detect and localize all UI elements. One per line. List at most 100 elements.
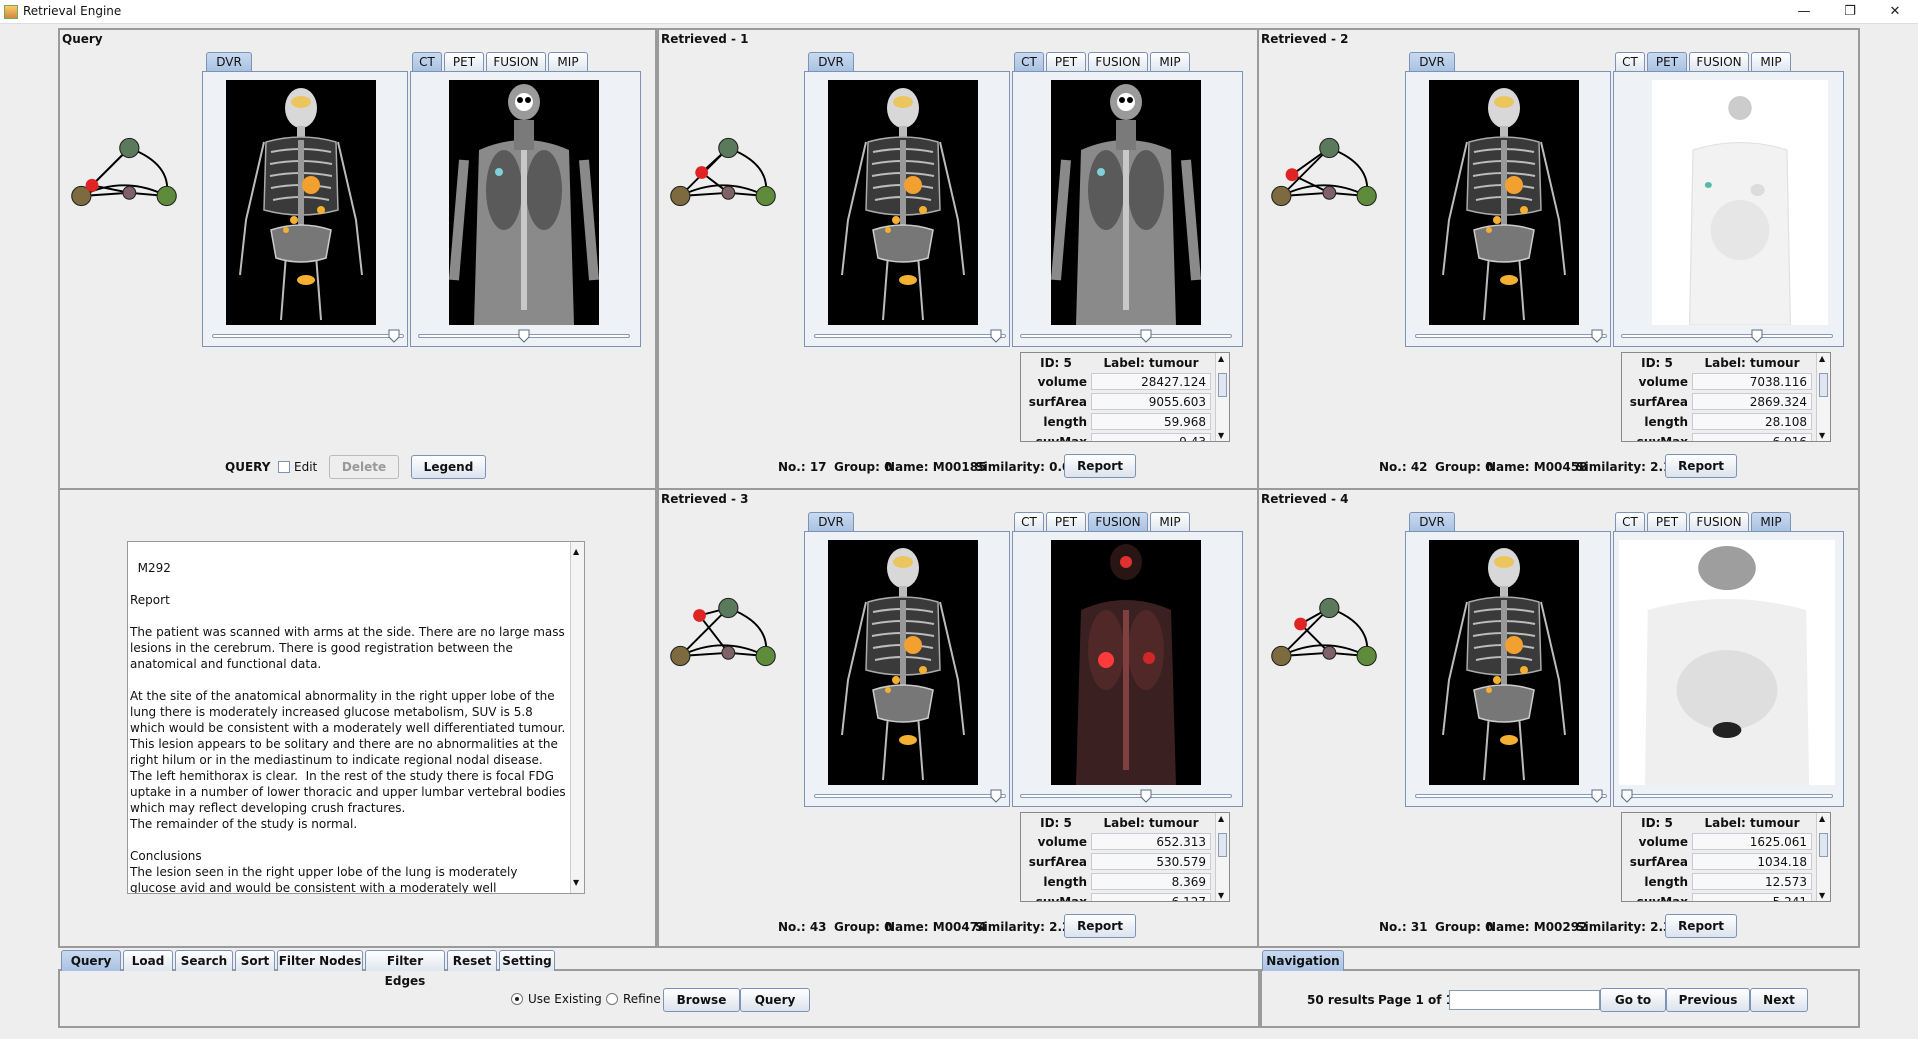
retrieved-3-report-button[interactable]: Report <box>1064 914 1136 938</box>
title-bar: Retrieval Engine — ❐ ✕ <box>0 0 1918 24</box>
retrieved-2-table-scrollbar[interactable]: ▲ ▼ <box>1816 353 1830 441</box>
tab-setting[interactable]: Setting <box>499 950 555 971</box>
goto-button[interactable]: Go to <box>1600 988 1666 1012</box>
query-tab-pet[interactable]: PET <box>444 52 484 71</box>
scroll-up-icon[interactable]: ▲ <box>573 544 579 560</box>
retrieved-3-table-scrollbar[interactable]: ▲ ▼ <box>1215 813 1229 901</box>
query-tab-dvr[interactable]: DVR <box>206 52 252 71</box>
retrieved-2-table-value: 6.016 <box>1692 433 1812 441</box>
retrieved-4-tab-fusion[interactable]: FUSION <box>1689 512 1749 531</box>
tab-filter-nodes[interactable]: Filter Nodes <box>277 950 363 971</box>
browse-button[interactable]: Browse <box>663 988 740 1012</box>
report-text-area[interactable]: M292 Report The patient was scanned with… <box>127 541 585 894</box>
minimize-icon[interactable]: — <box>1789 2 1819 22</box>
previous-button[interactable]: Previous <box>1666 988 1750 1012</box>
slider-thumb[interactable] <box>388 329 400 343</box>
query-tab-mip[interactable]: MIP <box>548 52 588 71</box>
app-icon <box>4 5 18 19</box>
retrieved-2-tab-mip[interactable]: MIP <box>1751 52 1791 71</box>
query-tab-ct[interactable]: CT <box>412 52 442 71</box>
tab-sort[interactable]: Sort <box>235 950 275 971</box>
restore-icon[interactable]: ❐ <box>1835 2 1865 22</box>
query-ct-image <box>449 80 599 325</box>
query-tab-fusion[interactable]: FUSION <box>486 52 546 71</box>
retrieved-2-table-key: surfArea <box>1629 395 1688 409</box>
tab-query[interactable]: Query <box>61 950 121 971</box>
edit-checkbox[interactable] <box>278 461 290 473</box>
tab-filter-edges[interactable]: Filter Edges <box>365 950 445 988</box>
retrieved-1-ct-slider[interactable] <box>1020 329 1232 343</box>
retrieved-3-table-row: suvMax 6.127 <box>1021 893 1215 901</box>
retrieved-4-tab-pet[interactable]: PET <box>1647 512 1687 531</box>
retrieved-3-tab-dvr[interactable]: DVR <box>808 512 854 531</box>
use-existing-radio[interactable] <box>511 993 523 1005</box>
retrieved-4-tab-ct[interactable]: CT <box>1615 512 1645 531</box>
retrieved-1-tab-pet[interactable]: PET <box>1046 52 1086 71</box>
retrieved-3-graph[interactable] <box>663 592 783 672</box>
retrieved-4-feature-table[interactable]: ID: 5 Label: tumour volume 1625.061 surfArea… <box>1621 812 1831 902</box>
report-scrollbar[interactable]: ▲ ▼ <box>570 542 584 893</box>
query-graph[interactable] <box>64 132 184 212</box>
retrieved-1-report-button[interactable]: Report <box>1064 454 1136 478</box>
retrieved-4-tab-dvr[interactable]: DVR <box>1409 512 1455 531</box>
legend-button[interactable]: Legend <box>411 455 486 479</box>
slider-thumb[interactable] <box>1751 329 1763 343</box>
retrieved-3-fusion-image <box>1051 540 1201 785</box>
window-title: Retrieval Engine <box>23 4 122 18</box>
retrieved-2-table-id: ID: 5 <box>1641 356 1673 370</box>
retrieved-2-feature-table[interactable]: ID: 5 Label: tumour volume 7038.116 surfArea… <box>1621 352 1831 442</box>
retrieved-1-dvr-slider[interactable] <box>814 329 1006 343</box>
retrieved-3-tab-mip[interactable]: MIP <box>1150 512 1190 531</box>
slider-thumb[interactable] <box>1591 789 1603 803</box>
close-icon[interactable]: ✕ <box>1880 2 1910 22</box>
slider-thumb[interactable] <box>990 329 1002 343</box>
retrieved-4-report-button[interactable]: Report <box>1665 914 1737 938</box>
retrieved-2-tab-fusion[interactable]: FUSION <box>1689 52 1749 71</box>
retrieved-3-tab-pet[interactable]: PET <box>1046 512 1086 531</box>
retrieved-4-table-scrollbar[interactable]: ▲ ▼ <box>1816 813 1830 901</box>
delete-button[interactable]: Delete <box>329 455 399 479</box>
retrieved-1-tab-ct[interactable]: CT <box>1014 52 1044 71</box>
retrieved-4-tab-mip[interactable]: MIP <box>1751 512 1791 531</box>
retrieved-4-dvr-image <box>1429 540 1579 785</box>
retrieved-3-feature-table[interactable]: ID: 5 Label: tumour volume 652.313 surfArea 5… <box>1020 812 1230 902</box>
slider-thumb[interactable] <box>518 329 530 343</box>
next-button[interactable]: Next <box>1750 988 1808 1012</box>
query-ct-slider[interactable] <box>418 329 630 343</box>
scroll-down-icon[interactable]: ▼ <box>573 875 579 891</box>
tab-load[interactable]: Load <box>123 950 173 971</box>
refine-radio[interactable] <box>606 993 618 1005</box>
slider-thumb[interactable] <box>1140 329 1152 343</box>
query-button[interactable]: Query <box>740 988 810 1012</box>
retrieved-3-tab-ct[interactable]: CT <box>1014 512 1044 531</box>
slider-thumb[interactable] <box>1591 329 1603 343</box>
retrieved-3-fusion-slider[interactable] <box>1020 789 1232 803</box>
retrieved-1-dvr-image <box>828 80 978 325</box>
retrieved-1-tab-fusion[interactable]: FUSION <box>1088 52 1148 71</box>
retrieved-1-table-scrollbar[interactable]: ▲ ▼ <box>1215 353 1229 441</box>
retrieved-4-mip-slider[interactable] <box>1621 789 1833 803</box>
retrieved-2-dvr-slider[interactable] <box>1415 329 1607 343</box>
retrieved-2-report-button[interactable]: Report <box>1665 454 1737 478</box>
tab-navigation[interactable]: Navigation <box>1262 950 1344 971</box>
retrieved-2-tab-ct[interactable]: CT <box>1615 52 1645 71</box>
slider-thumb[interactable] <box>990 789 1002 803</box>
retrieved-3-dvr-slider[interactable] <box>814 789 1006 803</box>
retrieved-2-tab-dvr[interactable]: DVR <box>1409 52 1455 71</box>
tab-search[interactable]: Search <box>175 950 233 971</box>
retrieved-3-tab-fusion[interactable]: FUSION <box>1088 512 1148 531</box>
slider-thumb[interactable] <box>1140 789 1152 803</box>
retrieved-1-graph[interactable] <box>663 132 783 212</box>
retrieved-1-feature-table[interactable]: ID: 5 Label: tumour volume 28427.124 surfAre… <box>1020 352 1230 442</box>
retrieved-2-tab-pet[interactable]: PET <box>1647 52 1687 71</box>
query-dvr-slider[interactable] <box>212 329 404 343</box>
retrieved-2-graph[interactable] <box>1264 132 1384 212</box>
goto-page-input[interactable] <box>1449 990 1600 1010</box>
retrieved-1-tab-mip[interactable]: MIP <box>1150 52 1190 71</box>
tab-reset[interactable]: Reset <box>447 950 497 971</box>
retrieved-1-tab-dvr[interactable]: DVR <box>808 52 854 71</box>
slider-thumb[interactable] <box>1621 789 1633 803</box>
retrieved-4-dvr-slider[interactable] <box>1415 789 1607 803</box>
retrieved-4-graph[interactable] <box>1264 592 1384 672</box>
retrieved-2-pet-slider[interactable] <box>1621 329 1833 343</box>
